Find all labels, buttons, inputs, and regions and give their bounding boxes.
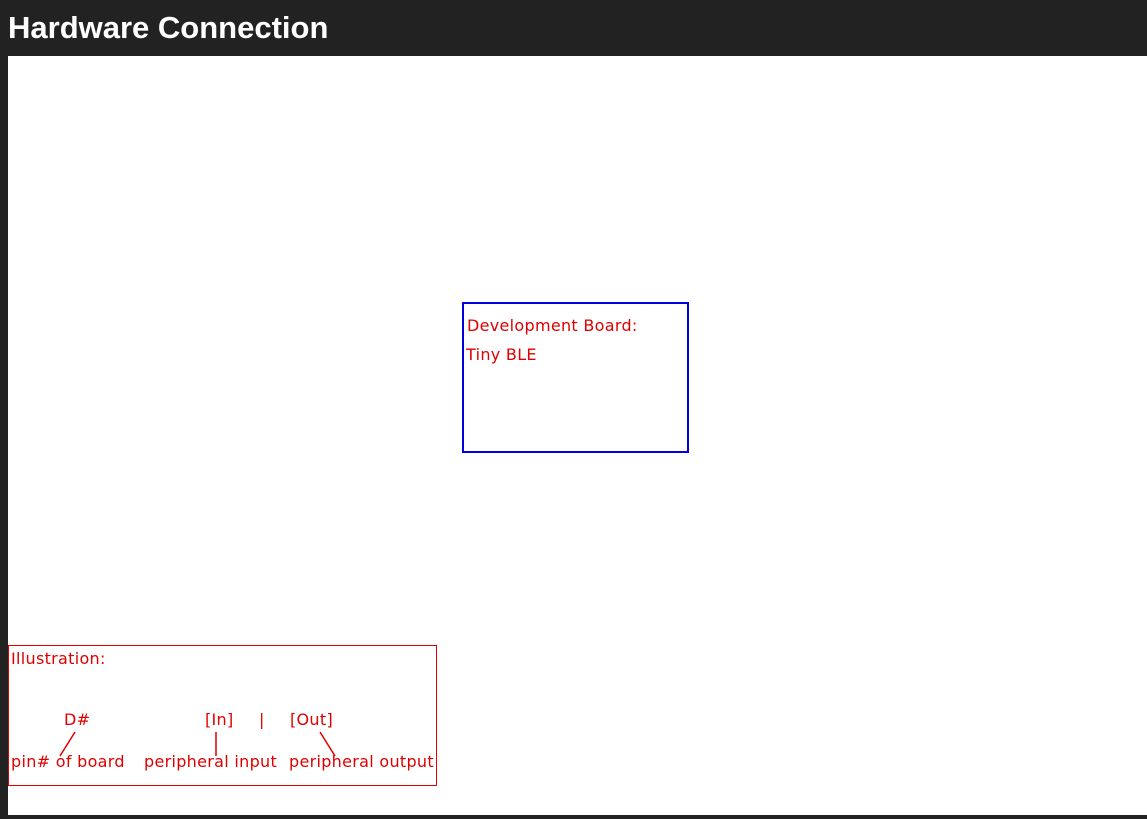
legend-pointer-lines <box>59 731 336 757</box>
output-pointer-line <box>319 731 336 757</box>
header-bar: Hardware Connection <box>0 0 1147 56</box>
pin-pointer-line <box>59 731 76 757</box>
page-title: Hardware Connection <box>8 10 329 45</box>
connection-canvas: Development Board: Tiny BLE Illustration… <box>8 56 1147 815</box>
